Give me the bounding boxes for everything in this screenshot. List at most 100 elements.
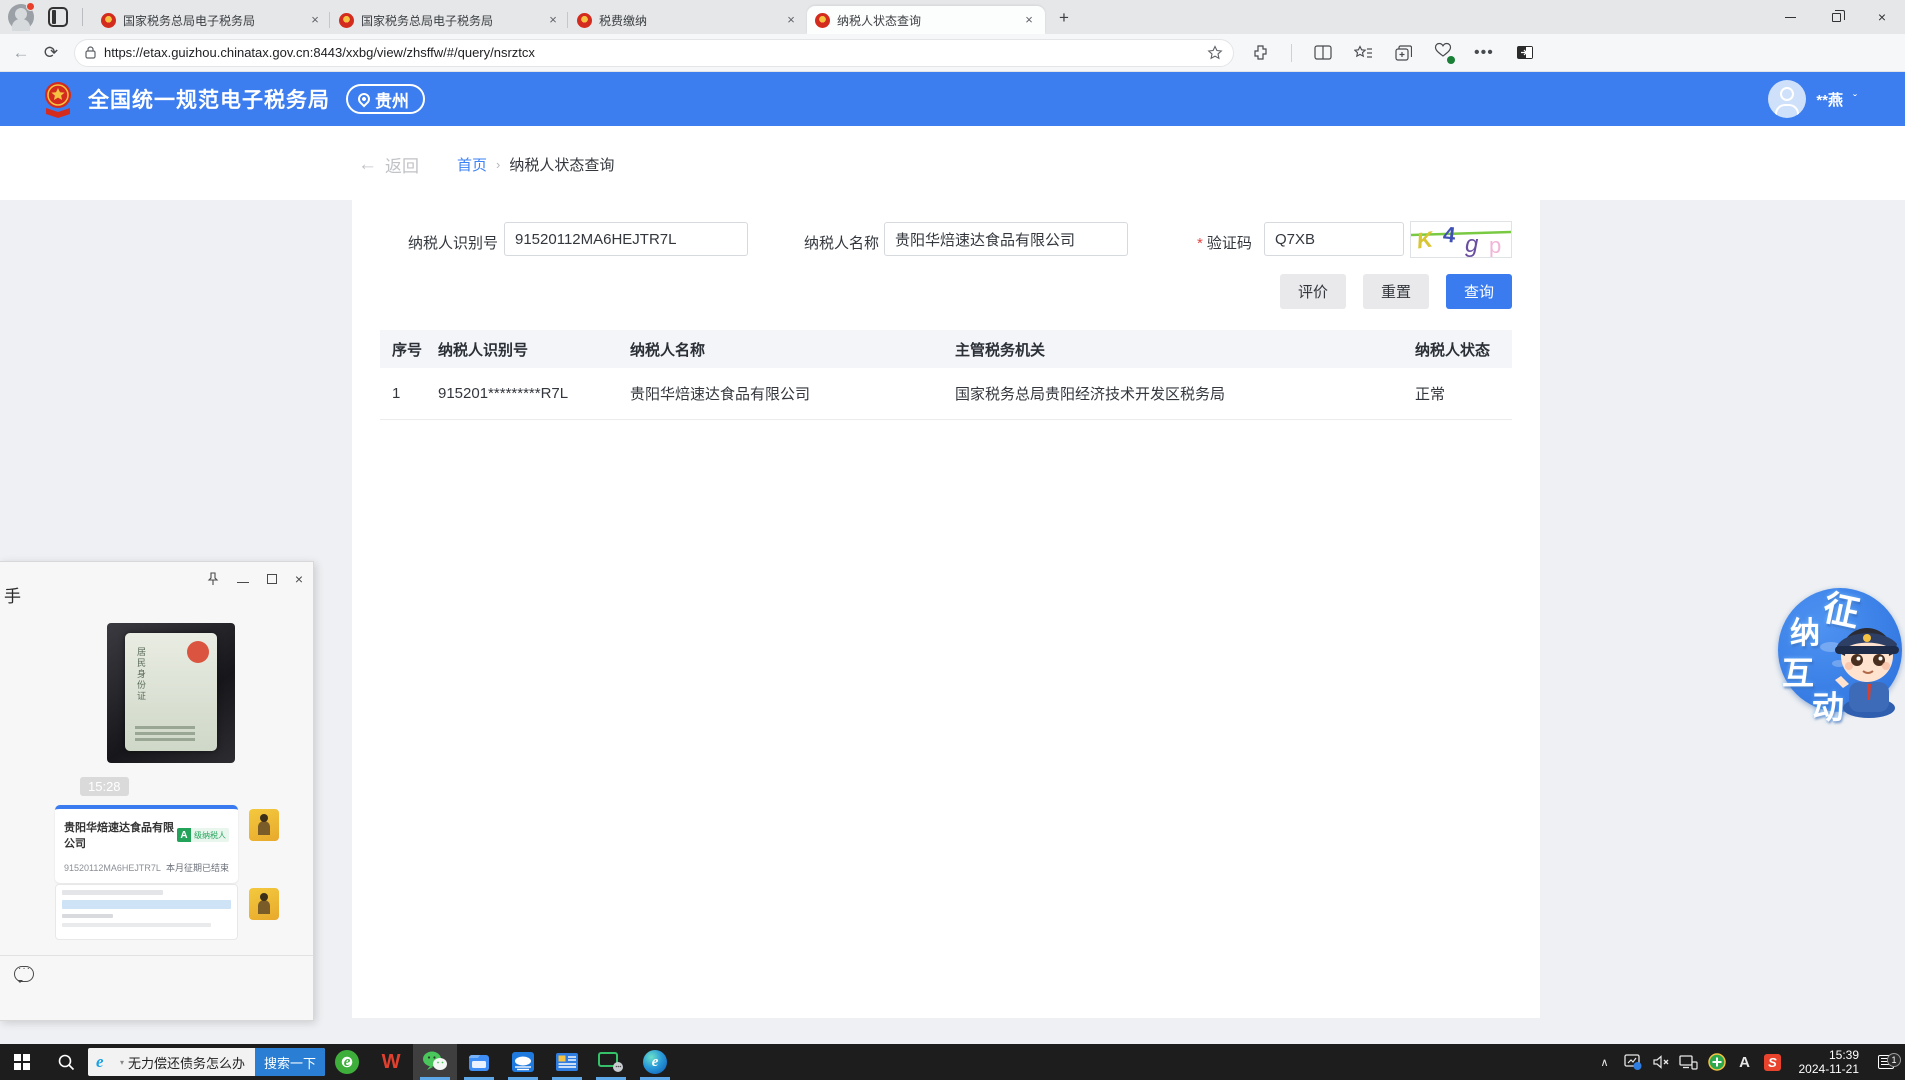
notification-center-button[interactable]: 1: [1871, 1055, 1901, 1069]
lock-icon: [85, 46, 96, 59]
tab-close-icon[interactable]: ×: [783, 12, 799, 28]
refresh-button[interactable]: ⟳: [36, 38, 66, 68]
chat-timestamp: 15:28: [80, 777, 129, 796]
chat-window-controls: ×: [207, 572, 303, 586]
maximize-icon[interactable]: [267, 574, 277, 584]
clock-date: 2024-11-21: [1799, 1062, 1860, 1076]
back-link[interactable]: ← 返回: [358, 152, 419, 177]
antivirus-icon[interactable]: [1705, 1053, 1729, 1071]
screen: 国家税务总局电子税务局 × 国家税务总局电子税务局 × 税费缴纳 × 纳税人状态…: [0, 0, 1905, 1080]
screenshot-line: [62, 923, 211, 927]
tab-etax-2[interactable]: 国家税务总局电子税务局 ×: [331, 6, 569, 34]
chat-bubble-icon[interactable]: [14, 966, 34, 982]
window-minimize-button[interactable]: [1767, 0, 1813, 34]
app-360-browser[interactable]: e: [325, 1044, 369, 1080]
collections-icon[interactable]: [1395, 45, 1412, 61]
screenshot-highlight-band: [62, 900, 231, 909]
tab-title: 税费缴纳: [599, 12, 783, 29]
extensions-icon[interactable]: [1252, 44, 1269, 61]
back-arrow-icon: ←: [358, 154, 377, 176]
user-area[interactable]: **燕 ˇ: [1768, 80, 1857, 118]
taskbar-clock[interactable]: 15:39 2024-11-21: [1789, 1048, 1868, 1076]
window-restore-button[interactable]: [1813, 0, 1859, 34]
tab-etax-1[interactable]: 国家税务总局电子税务局 ×: [93, 6, 331, 34]
split-screen-icon[interactable]: [1314, 45, 1332, 60]
app-weather-cloud[interactable]: [501, 1044, 545, 1080]
browser-essentials-icon[interactable]: [1434, 42, 1452, 63]
company-tax-id: 91520112MA6HEJTR7L: [64, 863, 161, 873]
tray-expand-icon[interactable]: ∧: [1593, 1056, 1617, 1069]
taxpayer-id-label: 纳税人识别号: [408, 232, 498, 253]
chat-company-card[interactable]: 贵阳华焙速达食品有限公司 A 级纳税人 91520112MA6HEJTR7L 本…: [55, 805, 238, 883]
tray-letter-a-icon[interactable]: A: [1733, 1054, 1757, 1071]
folder-app-icon: [467, 1051, 491, 1073]
evaluate-button[interactable]: 评价: [1280, 274, 1346, 309]
taskbar: e ▾ 无力偿还债务怎么办 搜索一下 e W: [0, 1044, 1905, 1080]
taxpayer-name-input[interactable]: [884, 222, 1128, 256]
taxpayer-id-input[interactable]: [504, 222, 748, 256]
app-wechat[interactable]: [413, 1044, 457, 1080]
taskbar-search-go-button[interactable]: 搜索一下: [255, 1048, 325, 1076]
tab-tax-payment[interactable]: 税费缴纳 ×: [569, 6, 807, 34]
chat-photo-message[interactable]: 居民身份证: [107, 623, 235, 763]
bookmark-star-icon[interactable]: [1207, 45, 1223, 61]
interactive-assistant-mascot[interactable]: 纳 征 互 动: [1772, 580, 1905, 720]
site-title: 全国统一规范电子税务局: [88, 84, 330, 114]
network-icon[interactable]: [1677, 1054, 1701, 1070]
cell-taxpayer-id: 915201*********R7L: [438, 385, 630, 402]
back-button[interactable]: ←: [6, 38, 36, 68]
pin-icon[interactable]: [207, 572, 219, 586]
breadcrumb-home-link[interactable]: 首页: [457, 154, 487, 175]
close-icon[interactable]: ×: [295, 572, 303, 586]
captcha-input[interactable]: [1264, 222, 1404, 256]
chat-input-area[interactable]: [0, 955, 313, 1021]
cell-status: 正常: [1415, 383, 1512, 404]
app-edge[interactable]: e: [633, 1044, 677, 1080]
chevron-down-icon[interactable]: ˇ: [1853, 92, 1857, 106]
chat-titlebar[interactable]: 手 ×: [0, 562, 313, 608]
favorites-icon[interactable]: [1354, 45, 1373, 61]
app-files[interactable]: [457, 1044, 501, 1080]
tab-close-icon[interactable]: ×: [545, 12, 561, 28]
breadcrumb: ← 返回 首页 › 纳税人状态查询: [358, 152, 614, 177]
url-text[interactable]: https://etax.guizhou.chinatax.gov.cn:844…: [104, 45, 1207, 60]
taskbar-search-text[interactable]: 无力偿还债务怎么办: [128, 1053, 255, 1072]
toolbar-separator: [1291, 44, 1292, 62]
minimize-icon[interactable]: [237, 582, 249, 583]
user-avatar[interactable]: [1768, 80, 1806, 118]
taskbar-search-box[interactable]: e ▾ 无力偿还债务怎么办 搜索一下: [88, 1048, 325, 1076]
address-bar[interactable]: https://etax.guizhou.chinatax.gov.cn:844…: [74, 39, 1234, 67]
window-close-button[interactable]: ×: [1859, 0, 1905, 34]
new-tab-button[interactable]: +: [1051, 6, 1077, 32]
mascot-char-na: 纳: [1790, 608, 1820, 652]
tray-display-icon[interactable]: [1621, 1054, 1645, 1070]
reset-button[interactable]: 重置: [1363, 274, 1429, 309]
wechat-icon: [422, 1050, 448, 1074]
app-document[interactable]: [545, 1044, 589, 1080]
chat-screenshot-message[interactable]: [55, 884, 238, 940]
sidebar-toggle-icon[interactable]: [1516, 45, 1534, 60]
volume-muted-icon[interactable]: [1649, 1054, 1673, 1070]
region-selector[interactable]: 贵州: [346, 84, 425, 114]
workspaces-icon[interactable]: [48, 7, 68, 27]
chat-contact-avatar[interactable]: [249, 888, 279, 920]
tab-close-icon[interactable]: ×: [307, 12, 323, 28]
app-screen-share[interactable]: [589, 1044, 633, 1080]
tab-taxpayer-status-query[interactable]: 纳税人状态查询 ×: [807, 6, 1045, 34]
breadcrumb-separator: ›: [496, 157, 500, 172]
taskbar-search-button[interactable]: [44, 1044, 88, 1080]
start-button[interactable]: [0, 1044, 44, 1080]
browser-profile-avatar[interactable]: [8, 4, 34, 30]
app-wps[interactable]: W: [369, 1044, 413, 1080]
taxpayer-name-label: 纳税人名称: [804, 232, 879, 253]
window-controls: ×: [1767, 0, 1905, 34]
tax-emblem-favicon: [101, 13, 116, 28]
browser-toolbar: ← ⟳ https://etax.guizhou.chinatax.gov.cn…: [0, 34, 1905, 72]
query-button[interactable]: 查询: [1446, 274, 1512, 309]
tab-close-icon[interactable]: ×: [1021, 12, 1037, 28]
captcha-image[interactable]: K 4 g p: [1410, 221, 1512, 258]
header-status: 纳税人状态: [1415, 339, 1512, 360]
browser-menu-icon[interactable]: •••: [1474, 44, 1494, 62]
chat-contact-avatar[interactable]: [249, 809, 279, 841]
sogou-icon[interactable]: S: [1761, 1054, 1785, 1071]
